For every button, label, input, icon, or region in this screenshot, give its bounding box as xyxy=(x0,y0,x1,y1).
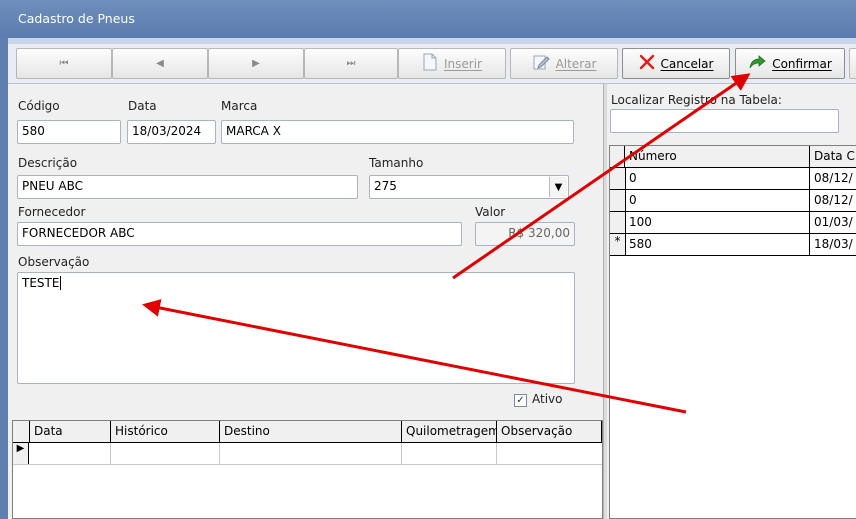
descricao-label: Descrição xyxy=(18,156,78,170)
col-destino[interactable]: Destino xyxy=(220,421,402,442)
toolbar: ⏮ ◀ ▶ ⏭ Inserir Alterar Cancelar Confirm… xyxy=(8,44,856,84)
new-row-asterisk-icon: * xyxy=(610,234,626,255)
header-indicator xyxy=(610,146,625,167)
tamanho-select[interactable]: 275 ▼ xyxy=(369,175,569,199)
records-grid[interactable]: Número Data C 0 08/12/ 0 08/12/ 100 01/0… xyxy=(609,145,856,519)
records-grid-header: Número Data C xyxy=(610,146,856,168)
chevron-down-icon[interactable]: ▼ xyxy=(549,177,567,197)
alterar-button[interactable]: Alterar xyxy=(510,48,618,79)
window-title: Cadastro de Pneus xyxy=(18,11,135,26)
valor-field[interactable]: R$ 320,00 xyxy=(475,222,575,246)
first-record-button[interactable]: ⏮ xyxy=(16,48,112,79)
history-grid[interactable]: Data Histórico Destino Quilometragem Obs… xyxy=(12,420,603,519)
splitter[interactable] xyxy=(603,84,607,519)
tamanho-value: 275 xyxy=(374,179,397,193)
col-numero[interactable]: Número xyxy=(625,146,810,167)
search-input[interactable] xyxy=(610,109,839,133)
grid-cell[interactable] xyxy=(220,443,402,464)
cell-numero[interactable]: 100 xyxy=(625,212,810,233)
col-quilometragem[interactable]: Quilometragem xyxy=(402,421,497,442)
grid-cell[interactable] xyxy=(30,443,111,464)
document-icon xyxy=(422,53,438,74)
cancelar-label: Cancelar xyxy=(660,56,714,71)
col-data[interactable]: Data xyxy=(30,421,111,442)
cell-data[interactable]: 08/12/ xyxy=(810,190,856,211)
alterar-label: Alterar xyxy=(555,56,597,71)
table-row[interactable]: 0 08/12/ xyxy=(610,190,856,212)
inserir-button[interactable]: Inserir xyxy=(398,48,506,79)
grid-cell[interactable] xyxy=(497,443,602,464)
table-row[interactable]: 100 01/03/ xyxy=(610,212,856,234)
last-record-button[interactable]: ⏭ xyxy=(304,48,398,79)
col-observacao[interactable]: Observação xyxy=(497,421,602,442)
confirmar-label: Confirmar xyxy=(772,56,832,71)
cell-data[interactable]: 01/03/ xyxy=(810,212,856,233)
observacao-textarea[interactable]: TESTE​ xyxy=(17,272,575,384)
history-grid-header: Data Histórico Destino Quilometragem Obs… xyxy=(13,421,602,443)
observacao-text: TESTE xyxy=(22,276,60,290)
tamanho-label: Tamanho xyxy=(369,156,424,170)
cancelar-button[interactable]: Cancelar xyxy=(622,48,730,79)
prior-record-button[interactable]: ◀ xyxy=(112,48,208,79)
row-indicator xyxy=(610,190,626,211)
cell-data[interactable]: 18/03/ xyxy=(810,234,856,255)
codigo-label: Código xyxy=(18,99,60,113)
descricao-field[interactable]: PNEU ABC xyxy=(17,175,358,199)
codigo-field[interactable]: 580 xyxy=(17,120,121,144)
search-label: Localizar Registro na Tabela: xyxy=(611,93,782,107)
cell-data[interactable]: 08/12/ xyxy=(810,168,856,189)
prior-record-icon: ◀ xyxy=(156,58,164,69)
ativo-label: Ativo xyxy=(532,392,563,406)
inserir-label: Inserir xyxy=(444,56,482,71)
table-row[interactable]: * 580 18/03/ xyxy=(610,234,856,256)
valor-label: Valor xyxy=(475,205,506,219)
text-cursor: ​ xyxy=(60,276,62,290)
row-indicator xyxy=(610,212,626,233)
first-record-icon: ⏮ xyxy=(59,58,69,69)
col-historico[interactable]: Histórico xyxy=(111,421,220,442)
confirm-arrow-icon xyxy=(748,54,766,73)
cell-numero[interactable]: 0 xyxy=(625,190,810,211)
data-label: Data xyxy=(128,99,157,113)
marca-field[interactable]: MARCA X xyxy=(221,120,574,144)
close-icon xyxy=(639,54,655,73)
table-row[interactable]: 0 08/12/ xyxy=(610,168,856,190)
last-record-icon: ⏭ xyxy=(346,58,356,69)
next-record-button[interactable]: ▶ xyxy=(208,48,304,79)
observacao-label: Observação xyxy=(18,255,90,269)
edit-icon xyxy=(532,53,550,74)
window-frame-left xyxy=(0,38,8,519)
marca-label: Marca xyxy=(221,99,258,113)
fornecedor-field[interactable]: FORNECEDOR ABC xyxy=(17,222,462,246)
fornecedor-label: Fornecedor xyxy=(18,205,86,219)
ativo-checkbox[interactable]: ✓ xyxy=(514,394,527,407)
data-field[interactable]: 18/03/2024 xyxy=(127,120,216,144)
row-indicator xyxy=(610,168,626,189)
col-data-cadastro[interactable]: Data C xyxy=(810,146,856,167)
confirmar-button[interactable]: Confirmar xyxy=(735,48,845,79)
cell-numero[interactable]: 0 xyxy=(625,168,810,189)
more-button[interactable] xyxy=(849,48,856,79)
current-row-icon: ▶ xyxy=(13,443,29,464)
next-record-icon: ▶ xyxy=(252,58,260,69)
table-row[interactable]: ▶ xyxy=(13,443,602,465)
title-bar: Cadastro de Pneus xyxy=(0,0,856,38)
header-indicator xyxy=(13,421,30,442)
grid-cell[interactable] xyxy=(402,443,497,464)
cell-numero[interactable]: 580 xyxy=(625,234,810,255)
grid-cell[interactable] xyxy=(111,443,220,464)
